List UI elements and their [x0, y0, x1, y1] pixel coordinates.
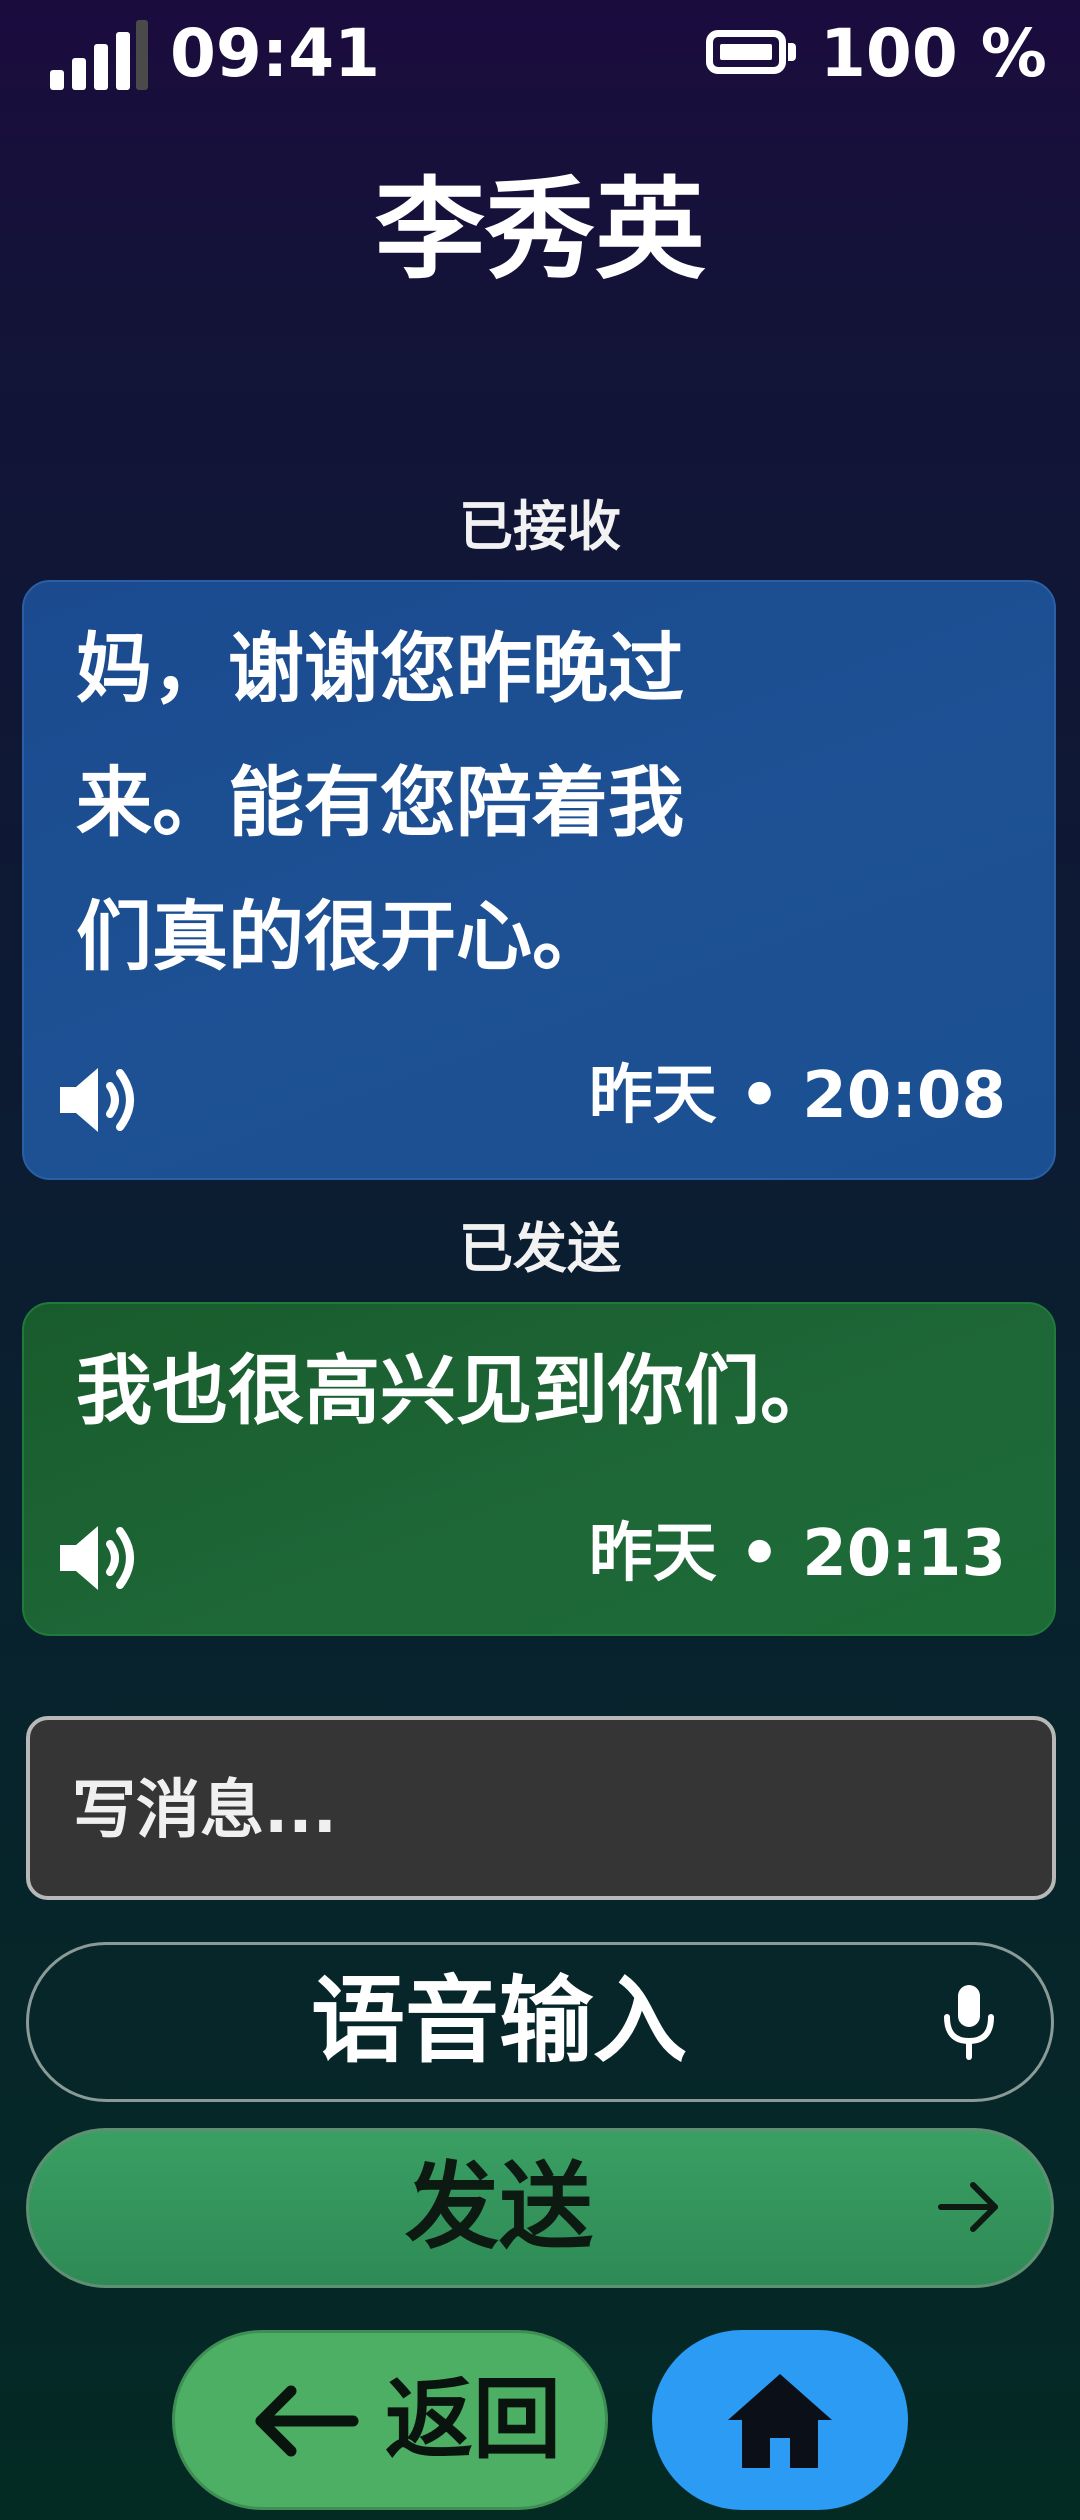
voice-input-button[interactable]: 语音输入: [26, 1942, 1054, 2102]
message-timestamp: 昨天 • 20:13: [588, 1517, 1006, 1591]
speaker-icon[interactable]: [54, 1060, 150, 1140]
speaker-icon[interactable]: [54, 1518, 150, 1598]
message-input[interactable]: [70, 1770, 974, 1852]
message-line: 们真的很开心。: [76, 892, 608, 981]
battery-full-icon: [706, 30, 798, 78]
home-button[interactable]: [652, 2330, 908, 2510]
received-label: 已接收: [459, 495, 621, 558]
send-button[interactable]: 发送: [26, 2128, 1054, 2288]
message-line: 妈，谢谢您昨晚过: [76, 624, 684, 713]
status-time: 09:41: [170, 15, 381, 92]
home-icon: [724, 2370, 836, 2470]
sent-label: 已发送: [459, 1217, 621, 1280]
sent-message-bubble: 我也很高兴见到你们。 昨天 • 20:13: [22, 1302, 1056, 1636]
signal-bars-icon: [50, 20, 150, 90]
message-line: 来。能有您陪着我: [76, 758, 684, 847]
message-timestamp: 昨天 • 20:08: [588, 1059, 1006, 1133]
received-message-bubble: 妈，谢谢您昨晚过 来。能有您陪着我 们真的很开心。 昨天 • 20:08: [22, 580, 1056, 1180]
battery-percent: 100 %: [820, 15, 1047, 92]
back-label: 返回: [385, 2368, 562, 2471]
arrow-left-icon: [249, 2381, 359, 2461]
arrow-right-icon: [927, 2165, 1011, 2249]
voice-input-label: 语音输入: [310, 1967, 687, 2076]
send-label: 发送: [404, 2153, 593, 2262]
compose-field[interactable]: [26, 1716, 1056, 1900]
back-button[interactable]: 返回: [172, 2330, 608, 2510]
message-line: 我也很高兴见到你们。: [76, 1346, 836, 1435]
contact-name: 李秀英: [375, 166, 705, 294]
microphone-icon: [927, 1979, 1011, 2063]
